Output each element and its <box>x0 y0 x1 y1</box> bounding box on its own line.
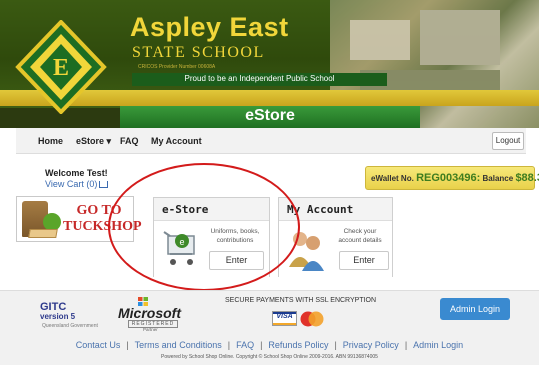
balance-label: Balance <box>482 174 514 183</box>
footer-link-admin-login[interactable]: Admin Login <box>413 340 463 350</box>
link-separator: | <box>334 340 337 350</box>
account-desc-line1: Check your <box>343 228 377 235</box>
estore-title: eStore <box>245 107 295 124</box>
copyright-text: Powered by School Shop Online. Copyright… <box>161 354 378 360</box>
mastercard-icon <box>300 311 324 327</box>
gitc-logo: GITC version 5 <box>40 302 75 322</box>
ewallet-badge: eWallet No. REG003496: Balance $88.30 <box>365 166 539 190</box>
account-card-description: Check your account details <box>329 227 391 245</box>
footer-link-contact[interactable]: Contact Us <box>76 340 121 350</box>
logout-button[interactable]: Logout <box>492 132 524 150</box>
view-cart-label[interactable]: View Cart (0) <box>45 179 97 189</box>
tagline: Proud to be an Independent Public School <box>184 74 335 83</box>
link-separator: | <box>260 340 263 350</box>
link-separator: | <box>227 340 231 350</box>
footer-link-refunds[interactable]: Refunds Policy <box>268 340 328 350</box>
school-subtitle: STATE SCHOOL <box>132 44 265 61</box>
balance-value: $88.30 <box>515 172 539 184</box>
gitc-version: version 5 <box>40 312 76 321</box>
cart-icon[interactable] <box>99 181 109 188</box>
main-nav: Home eStore ▾ FAQ My Account <box>16 128 526 154</box>
nav-home[interactable]: Home <box>38 136 63 146</box>
sandwich-icon <box>28 229 58 238</box>
link-separator: | <box>126 340 129 350</box>
header-banner: eStore E Aspley East STATE SCHOOL CRICOS… <box>0 0 539 128</box>
microsoft-logo-text: Microsoft <box>118 305 181 321</box>
school-crest-logo: E <box>15 20 107 114</box>
svg-text:E: E <box>53 55 69 81</box>
footer-links: Contact Us | Terms and Conditions | FAQ | Refu… <box>0 340 539 350</box>
account-desc-line2: account details <box>338 237 382 244</box>
ewallet-label: eWallet No. <box>371 174 414 183</box>
visa-label: VISA <box>276 313 293 320</box>
admin-login-button[interactable]: Admin Login <box>440 298 510 320</box>
ewallet-separator: : <box>476 172 481 184</box>
footer-link-privacy[interactable]: Privacy Policy <box>343 340 399 350</box>
nav-my-account[interactable]: My Account <box>151 136 202 146</box>
nav-estore[interactable]: eStore ▾ <box>76 136 111 147</box>
school-name: Aspley East <box>130 12 289 42</box>
gitc-subtitle: Queensland Government <box>42 323 98 329</box>
account-enter-button[interactable]: Enter <box>339 251 389 270</box>
ewallet-number: REG003496 <box>416 172 477 184</box>
provider-number: CRICOS Provider Number 00608A <box>138 64 216 70</box>
footer-link-faq[interactable]: FAQ <box>236 340 254 350</box>
secure-payments-text: SECURE PAYMENTS WITH SSL ENCRYPTION <box>225 297 377 304</box>
link-separator: | <box>404 340 408 350</box>
highlight-circle <box>108 163 300 291</box>
welcome-text: Welcome Test! <box>45 168 108 178</box>
microsoft-partner: Partner <box>143 327 158 332</box>
visa-card-icon: VISA <box>272 311 297 326</box>
gitc-title: GITC <box>40 301 67 313</box>
nav-faq[interactable]: FAQ <box>120 136 139 146</box>
view-cart-link[interactable]: View Cart (0) <box>45 179 109 189</box>
footer-link-terms[interactable]: Terms and Conditions <box>135 340 222 350</box>
